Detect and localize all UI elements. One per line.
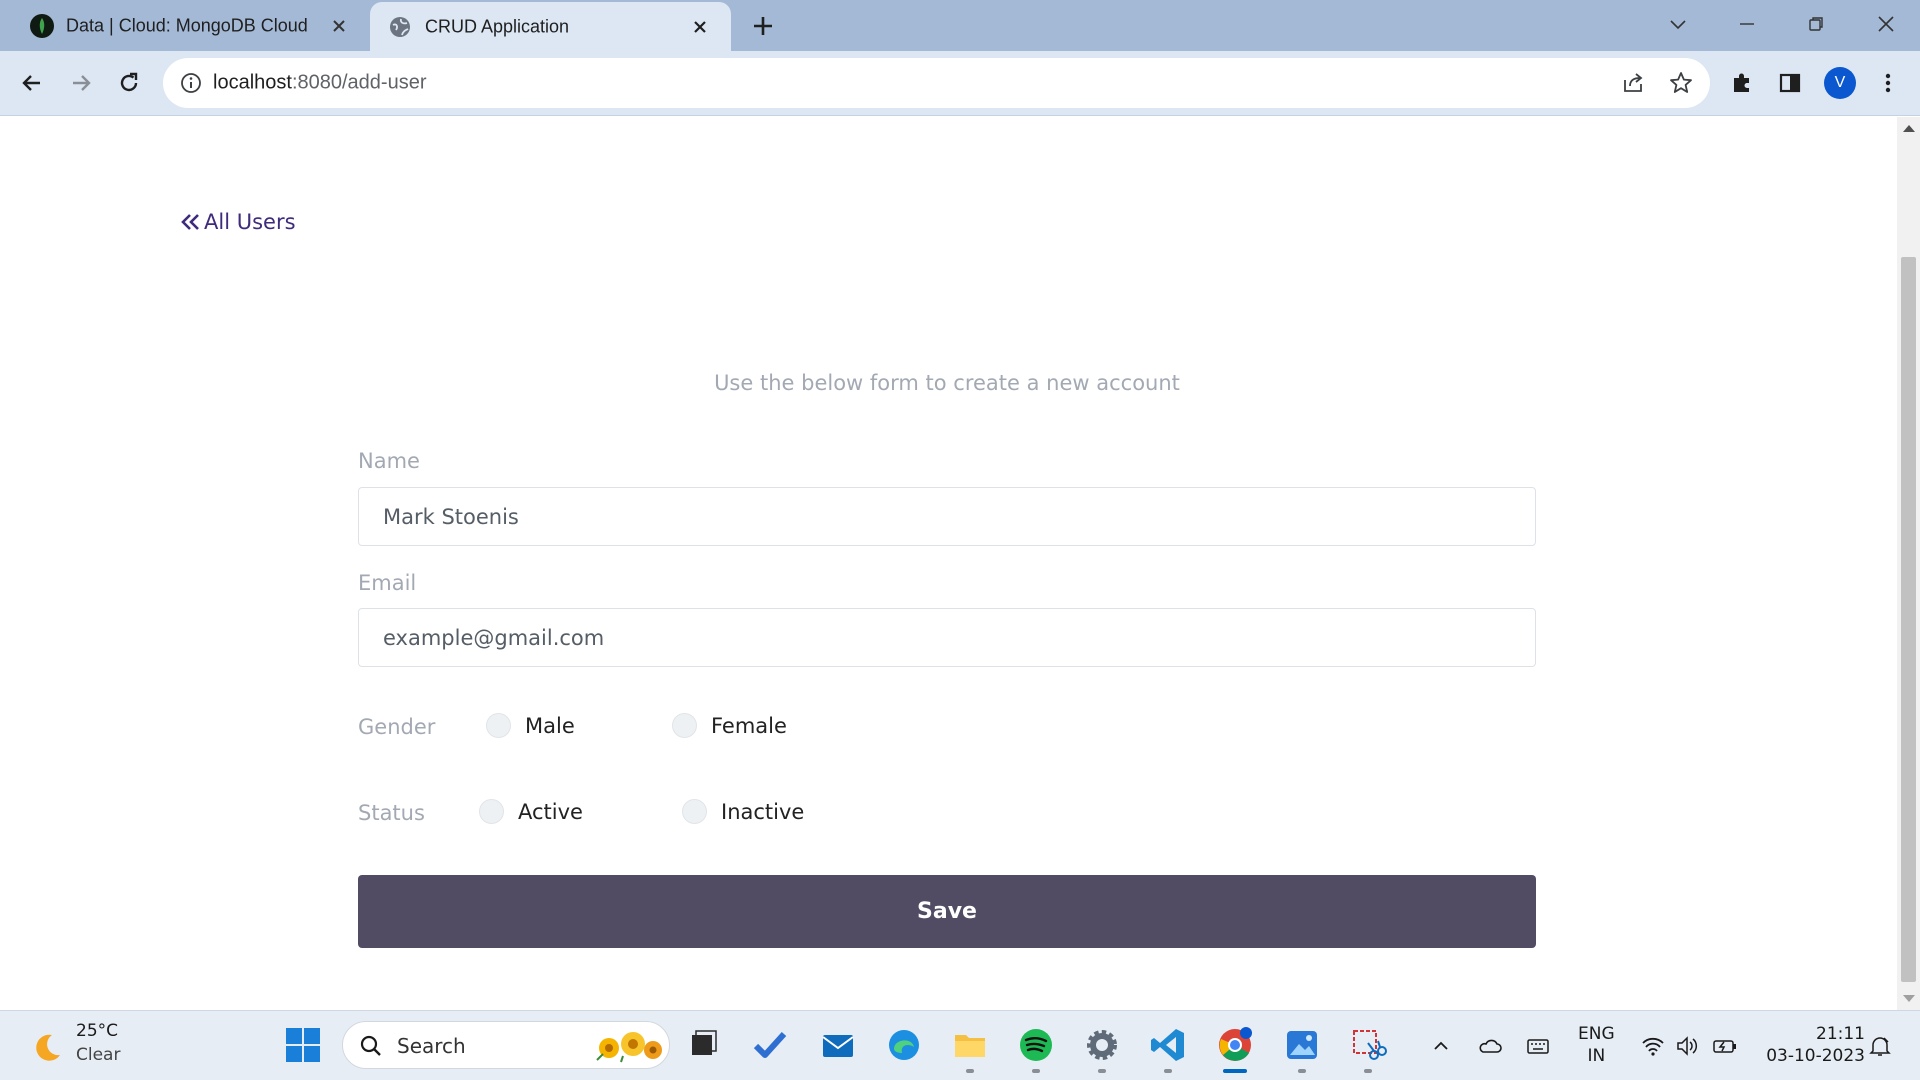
browser-tab-strip: Data | Cloud: MongoDB Cloud CRUD Applica… bbox=[0, 0, 1920, 51]
tab-title: CRUD Application bbox=[425, 16, 570, 36]
radio-circle[interactable] bbox=[486, 713, 511, 738]
status-label: Status bbox=[358, 801, 425, 825]
close-icon[interactable] bbox=[691, 18, 709, 36]
radio-label: Active bbox=[518, 799, 583, 824]
reload-icon[interactable] bbox=[115, 69, 143, 97]
mail-icon[interactable] bbox=[818, 1025, 858, 1065]
active-app-indicator bbox=[1223, 1069, 1247, 1073]
radio-circle[interactable] bbox=[682, 799, 707, 824]
address-bar[interactable]: localhost:8080/add-user bbox=[163, 58, 1710, 108]
volume-icon[interactable] bbox=[1675, 1033, 1701, 1059]
search-label: Search bbox=[397, 1034, 466, 1058]
more-menu-icon[interactable] bbox=[1874, 69, 1902, 97]
region-code: IN bbox=[1587, 1046, 1606, 1066]
page-scrollbar[interactable] bbox=[1897, 117, 1920, 1010]
minimize-icon[interactable] bbox=[1733, 10, 1761, 38]
language-code: ENG bbox=[1578, 1024, 1615, 1044]
forward-arrow-icon[interactable] bbox=[67, 69, 95, 97]
running-indicator bbox=[1298, 1069, 1306, 1073]
task-view-icon[interactable] bbox=[683, 1025, 723, 1065]
running-indicator bbox=[1364, 1069, 1372, 1073]
weather-condition: Clear bbox=[76, 1045, 121, 1065]
settings-gear-icon[interactable] bbox=[1082, 1025, 1122, 1065]
scroll-up-arrow-icon[interactable] bbox=[1903, 125, 1915, 132]
restore-icon[interactable] bbox=[1802, 10, 1830, 38]
profile-avatar[interactable]: V bbox=[1824, 67, 1856, 99]
bookmark-star-icon[interactable] bbox=[1668, 70, 1694, 96]
gender-radio-male[interactable]: Male bbox=[486, 713, 575, 738]
radio-circle[interactable] bbox=[479, 799, 504, 824]
vscode-icon[interactable] bbox=[1148, 1025, 1188, 1065]
spotify-icon[interactable] bbox=[1016, 1025, 1056, 1065]
keyboard-icon[interactable] bbox=[1525, 1033, 1551, 1059]
radio-label: Inactive bbox=[721, 799, 805, 824]
system-clock[interactable]: 21:11 03-10-2023 bbox=[1766, 1023, 1865, 1067]
double-chevron-left-icon bbox=[181, 214, 199, 230]
running-indicator bbox=[966, 1069, 974, 1073]
language-indicator[interactable]: ENG IN bbox=[1578, 1023, 1615, 1067]
radio-circle[interactable] bbox=[672, 713, 697, 738]
tab-mongodb[interactable]: Data | Cloud: MongoDB Cloud bbox=[0, 0, 370, 51]
snipping-tool-icon[interactable] bbox=[1348, 1025, 1388, 1065]
weather-temperature: 25°C bbox=[76, 1021, 119, 1041]
browser-toolbar: localhost:8080/add-user V bbox=[0, 51, 1920, 116]
file-explorer-icon[interactable] bbox=[950, 1025, 990, 1065]
status-radio-inactive[interactable]: Inactive bbox=[682, 799, 804, 824]
radio-label: Female bbox=[711, 713, 787, 738]
status-radio-active[interactable]: Active bbox=[479, 799, 583, 824]
url-text[interactable]: localhost:8080/add-user bbox=[213, 72, 426, 95]
name-label: Name bbox=[358, 449, 420, 473]
new-tab-plus-icon[interactable] bbox=[750, 13, 776, 39]
side-panel-icon[interactable] bbox=[1776, 69, 1804, 97]
all-users-link[interactable]: All Users bbox=[180, 210, 296, 234]
clock-date: 03-10-2023 bbox=[1766, 1046, 1865, 1066]
battery-charging-icon[interactable] bbox=[1712, 1033, 1738, 1059]
onedrive-cloud-icon[interactable] bbox=[1477, 1033, 1503, 1059]
chrome-icon[interactable] bbox=[1215, 1025, 1255, 1065]
form-subtitle: Use the below form to create a new accou… bbox=[714, 371, 1180, 395]
email-label: Email bbox=[358, 571, 417, 595]
photos-icon[interactable] bbox=[1282, 1025, 1322, 1065]
running-indicator bbox=[1164, 1069, 1172, 1073]
mongodb-leaf-icon bbox=[30, 13, 54, 38]
running-indicator bbox=[1098, 1069, 1106, 1073]
page-content: All Users Use the below form to create a… bbox=[0, 117, 1897, 1010]
windows-start-icon[interactable] bbox=[283, 1025, 323, 1065]
clock-time: 21:11 bbox=[1816, 1024, 1865, 1044]
tab-title: Data | Cloud: MongoDB Cloud bbox=[66, 15, 308, 35]
chevron-up-icon[interactable] bbox=[1428, 1033, 1454, 1059]
scroll-down-arrow-icon[interactable] bbox=[1903, 995, 1915, 1002]
wifi-icon[interactable] bbox=[1640, 1033, 1666, 1059]
globe-icon bbox=[390, 16, 410, 37]
flowers-decoration-icon bbox=[596, 1032, 662, 1063]
save-button[interactable]: Save bbox=[358, 875, 1536, 948]
taskbar-search[interactable]: Search bbox=[342, 1021, 670, 1069]
running-indicator bbox=[1032, 1069, 1040, 1073]
site-info-icon[interactable] bbox=[179, 71, 203, 95]
close-window-icon[interactable] bbox=[1872, 10, 1900, 38]
scrollbar-thumb[interactable] bbox=[1901, 257, 1916, 982]
share-icon[interactable] bbox=[1620, 70, 1646, 96]
name-input[interactable] bbox=[358, 487, 1536, 546]
todo-check-icon[interactable] bbox=[750, 1025, 790, 1065]
tab-crud-application[interactable]: CRUD Application bbox=[370, 2, 731, 51]
email-input[interactable] bbox=[358, 608, 1536, 667]
back-link-label: All Users bbox=[204, 210, 296, 234]
gender-radio-female[interactable]: Female bbox=[672, 713, 787, 738]
extensions-puzzle-icon[interactable] bbox=[1728, 69, 1756, 97]
radio-label: Male bbox=[525, 713, 575, 738]
back-arrow-icon[interactable] bbox=[18, 69, 46, 97]
windows-taskbar: 25°C Clear Search ENG IN 21:11 03-10-202… bbox=[0, 1010, 1920, 1080]
notification-bell-icon[interactable] bbox=[1867, 1033, 1893, 1059]
tab-search-chevron-icon[interactable] bbox=[1664, 10, 1692, 38]
close-icon[interactable] bbox=[330, 17, 348, 35]
moon-weather-icon[interactable] bbox=[30, 1031, 64, 1065]
gender-label: Gender bbox=[358, 715, 436, 739]
search-icon bbox=[360, 1035, 381, 1056]
edge-browser-icon[interactable] bbox=[884, 1025, 924, 1065]
